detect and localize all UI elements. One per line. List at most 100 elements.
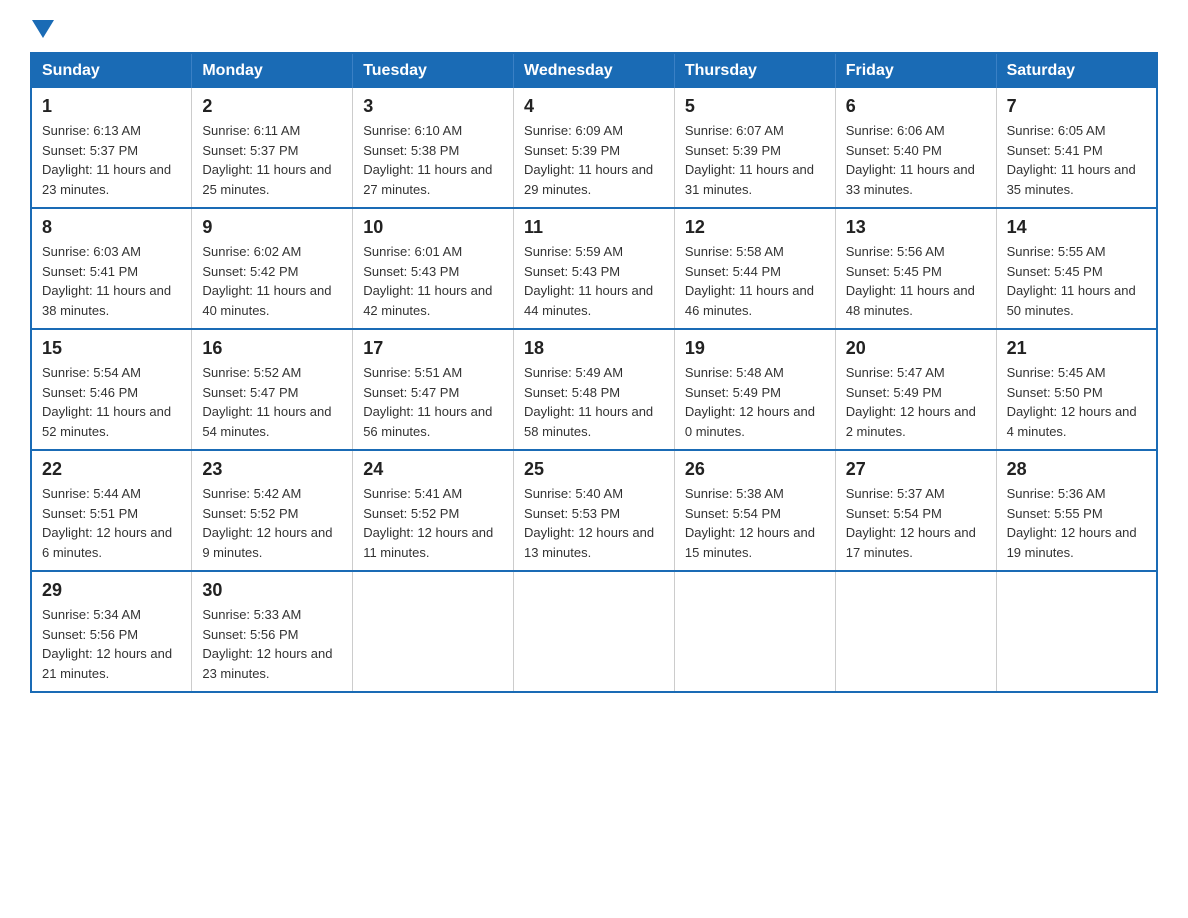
day-info: Sunrise: 6:09 AMSunset: 5:39 PMDaylight:… (524, 121, 664, 199)
calendar-cell: 15 Sunrise: 5:54 AMSunset: 5:46 PMDayligh… (31, 329, 192, 450)
calendar-cell: 12 Sunrise: 5:58 AMSunset: 5:44 PMDayligh… (674, 208, 835, 329)
calendar-week-row: 29Sunrise: 5:34 AMSunset: 5:56 PMDayligh… (31, 571, 1157, 692)
day-number: 1 (42, 96, 181, 117)
calendar-week-row: 1 Sunrise: 6:13 AMSunset: 5:37 PMDaylight… (31, 88, 1157, 208)
day-info: Sunrise: 6:07 AMSunset: 5:39 PMDaylight:… (685, 121, 825, 199)
calendar-cell: 4Sunrise: 6:09 AMSunset: 5:39 PMDaylight… (514, 88, 675, 208)
day-info: Sunrise: 5:37 AMSunset: 5:54 PMDaylight:… (846, 484, 986, 562)
day-number: 11 (524, 217, 664, 238)
calendar-cell: 14Sunrise: 5:55 AMSunset: 5:45 PMDayligh… (996, 208, 1157, 329)
day-info: Sunrise: 6:10 AMSunset: 5:38 PMDaylight:… (363, 121, 503, 199)
calendar-cell: 8 Sunrise: 6:03 AMSunset: 5:41 PMDaylight… (31, 208, 192, 329)
logo-arrow-icon (32, 20, 54, 38)
day-number: 14 (1007, 217, 1146, 238)
day-info: Sunrise: 5:45 AMSunset: 5:50 PMDaylight:… (1007, 363, 1146, 441)
weekday-header-sunday: Sunday (31, 53, 192, 88)
calendar-cell: 27Sunrise: 5:37 AMSunset: 5:54 PMDayligh… (835, 450, 996, 571)
calendar-cell: 11 Sunrise: 5:59 AMSunset: 5:43 PMDayligh… (514, 208, 675, 329)
day-info: Sunrise: 5:42 AMSunset: 5:52 PMDaylight:… (202, 484, 342, 562)
calendar-week-row: 15 Sunrise: 5:54 AMSunset: 5:46 PMDayligh… (31, 329, 1157, 450)
calendar-cell: 19Sunrise: 5:48 AMSunset: 5:49 PMDayligh… (674, 329, 835, 450)
calendar-cell: 16Sunrise: 5:52 AMSunset: 5:47 PMDayligh… (192, 329, 353, 450)
day-info: Sunrise: 5:49 AMSunset: 5:48 PMDaylight:… (524, 363, 664, 441)
day-number: 26 (685, 459, 825, 480)
calendar-cell: 23 Sunrise: 5:42 AMSunset: 5:52 PMDayligh… (192, 450, 353, 571)
calendar-cell: 9 Sunrise: 6:02 AMSunset: 5:42 PMDaylight… (192, 208, 353, 329)
calendar-body: 1 Sunrise: 6:13 AMSunset: 5:37 PMDaylight… (31, 88, 1157, 692)
calendar-cell: 30 Sunrise: 5:33 AMSunset: 5:56 PMDayligh… (192, 571, 353, 692)
day-number: 23 (202, 459, 342, 480)
calendar-cell (835, 571, 996, 692)
day-info: Sunrise: 5:59 AMSunset: 5:43 PMDaylight:… (524, 242, 664, 320)
calendar-cell: 13Sunrise: 5:56 AMSunset: 5:45 PMDayligh… (835, 208, 996, 329)
day-number: 3 (363, 96, 503, 117)
day-number: 2 (202, 96, 342, 117)
calendar-cell: 10Sunrise: 6:01 AMSunset: 5:43 PMDayligh… (353, 208, 514, 329)
day-number: 7 (1007, 96, 1146, 117)
day-number: 9 (202, 217, 342, 238)
day-info: Sunrise: 5:41 AMSunset: 5:52 PMDaylight:… (363, 484, 503, 562)
calendar-week-row: 8 Sunrise: 6:03 AMSunset: 5:41 PMDaylight… (31, 208, 1157, 329)
day-number: 28 (1007, 459, 1146, 480)
day-info: Sunrise: 5:36 AMSunset: 5:55 PMDaylight:… (1007, 484, 1146, 562)
day-number: 17 (363, 338, 503, 359)
weekday-header-wednesday: Wednesday (514, 53, 675, 88)
day-number: 13 (846, 217, 986, 238)
calendar-cell: 28 Sunrise: 5:36 AMSunset: 5:55 PMDayligh… (996, 450, 1157, 571)
day-info: Sunrise: 6:01 AMSunset: 5:43 PMDaylight:… (363, 242, 503, 320)
day-info: Sunrise: 5:54 AMSunset: 5:46 PMDaylight:… (42, 363, 181, 441)
calendar-cell: 5 Sunrise: 6:07 AMSunset: 5:39 PMDaylight… (674, 88, 835, 208)
calendar-header: SundayMondayTuesdayWednesdayThursdayFrid… (31, 53, 1157, 88)
calendar-cell: 24Sunrise: 5:41 AMSunset: 5:52 PMDayligh… (353, 450, 514, 571)
day-number: 12 (685, 217, 825, 238)
calendar-cell (353, 571, 514, 692)
day-number: 30 (202, 580, 342, 601)
weekday-header-monday: Monday (192, 53, 353, 88)
day-info: Sunrise: 6:06 AMSunset: 5:40 PMDaylight:… (846, 121, 986, 199)
weekday-header-thursday: Thursday (674, 53, 835, 88)
day-number: 29 (42, 580, 181, 601)
day-info: Sunrise: 5:38 AMSunset: 5:54 PMDaylight:… (685, 484, 825, 562)
weekday-header-friday: Friday (835, 53, 996, 88)
day-number: 5 (685, 96, 825, 117)
day-number: 22 (42, 459, 181, 480)
calendar-cell: 26 Sunrise: 5:38 AMSunset: 5:54 PMDayligh… (674, 450, 835, 571)
day-info: Sunrise: 6:05 AMSunset: 5:41 PMDaylight:… (1007, 121, 1146, 199)
day-number: 8 (42, 217, 181, 238)
weekday-header-tuesday: Tuesday (353, 53, 514, 88)
day-number: 21 (1007, 338, 1146, 359)
day-number: 6 (846, 96, 986, 117)
day-number: 15 (42, 338, 181, 359)
calendar-cell: 2 Sunrise: 6:11 AMSunset: 5:37 PMDaylight… (192, 88, 353, 208)
day-info: Sunrise: 6:11 AMSunset: 5:37 PMDaylight:… (202, 121, 342, 199)
day-info: Sunrise: 5:33 AMSunset: 5:56 PMDaylight:… (202, 605, 342, 683)
day-info: Sunrise: 5:51 AMSunset: 5:47 PMDaylight:… (363, 363, 503, 441)
day-info: Sunrise: 6:13 AMSunset: 5:37 PMDaylight:… (42, 121, 181, 199)
day-info: Sunrise: 5:47 AMSunset: 5:49 PMDaylight:… (846, 363, 986, 441)
calendar-cell: 7 Sunrise: 6:05 AMSunset: 5:41 PMDaylight… (996, 88, 1157, 208)
day-info: Sunrise: 5:44 AMSunset: 5:51 PMDaylight:… (42, 484, 181, 562)
day-number: 16 (202, 338, 342, 359)
calendar-cell: 21 Sunrise: 5:45 AMSunset: 5:50 PMDayligh… (996, 329, 1157, 450)
calendar-cell: 1 Sunrise: 6:13 AMSunset: 5:37 PMDaylight… (31, 88, 192, 208)
day-number: 20 (846, 338, 986, 359)
day-number: 18 (524, 338, 664, 359)
logo (30, 20, 54, 34)
page-header (30, 20, 1158, 34)
day-info: Sunrise: 5:48 AMSunset: 5:49 PMDaylight:… (685, 363, 825, 441)
day-info: Sunrise: 5:40 AMSunset: 5:53 PMDaylight:… (524, 484, 664, 562)
calendar-cell: 29Sunrise: 5:34 AMSunset: 5:56 PMDayligh… (31, 571, 192, 692)
day-info: Sunrise: 6:02 AMSunset: 5:42 PMDaylight:… (202, 242, 342, 320)
day-info: Sunrise: 6:03 AMSunset: 5:41 PMDaylight:… (42, 242, 181, 320)
calendar-cell (996, 571, 1157, 692)
weekday-header-saturday: Saturday (996, 53, 1157, 88)
calendar-cell: 17 Sunrise: 5:51 AMSunset: 5:47 PMDayligh… (353, 329, 514, 450)
calendar-cell: 25Sunrise: 5:40 AMSunset: 5:53 PMDayligh… (514, 450, 675, 571)
calendar-cell: 22 Sunrise: 5:44 AMSunset: 5:51 PMDayligh… (31, 450, 192, 571)
calendar-cell: 18 Sunrise: 5:49 AMSunset: 5:48 PMDayligh… (514, 329, 675, 450)
day-info: Sunrise: 5:58 AMSunset: 5:44 PMDaylight:… (685, 242, 825, 320)
calendar-cell: 3 Sunrise: 6:10 AMSunset: 5:38 PMDaylight… (353, 88, 514, 208)
calendar-cell (674, 571, 835, 692)
calendar-cell: 20 Sunrise: 5:47 AMSunset: 5:49 PMDayligh… (835, 329, 996, 450)
calendar-table: SundayMondayTuesdayWednesdayThursdayFrid… (30, 52, 1158, 693)
